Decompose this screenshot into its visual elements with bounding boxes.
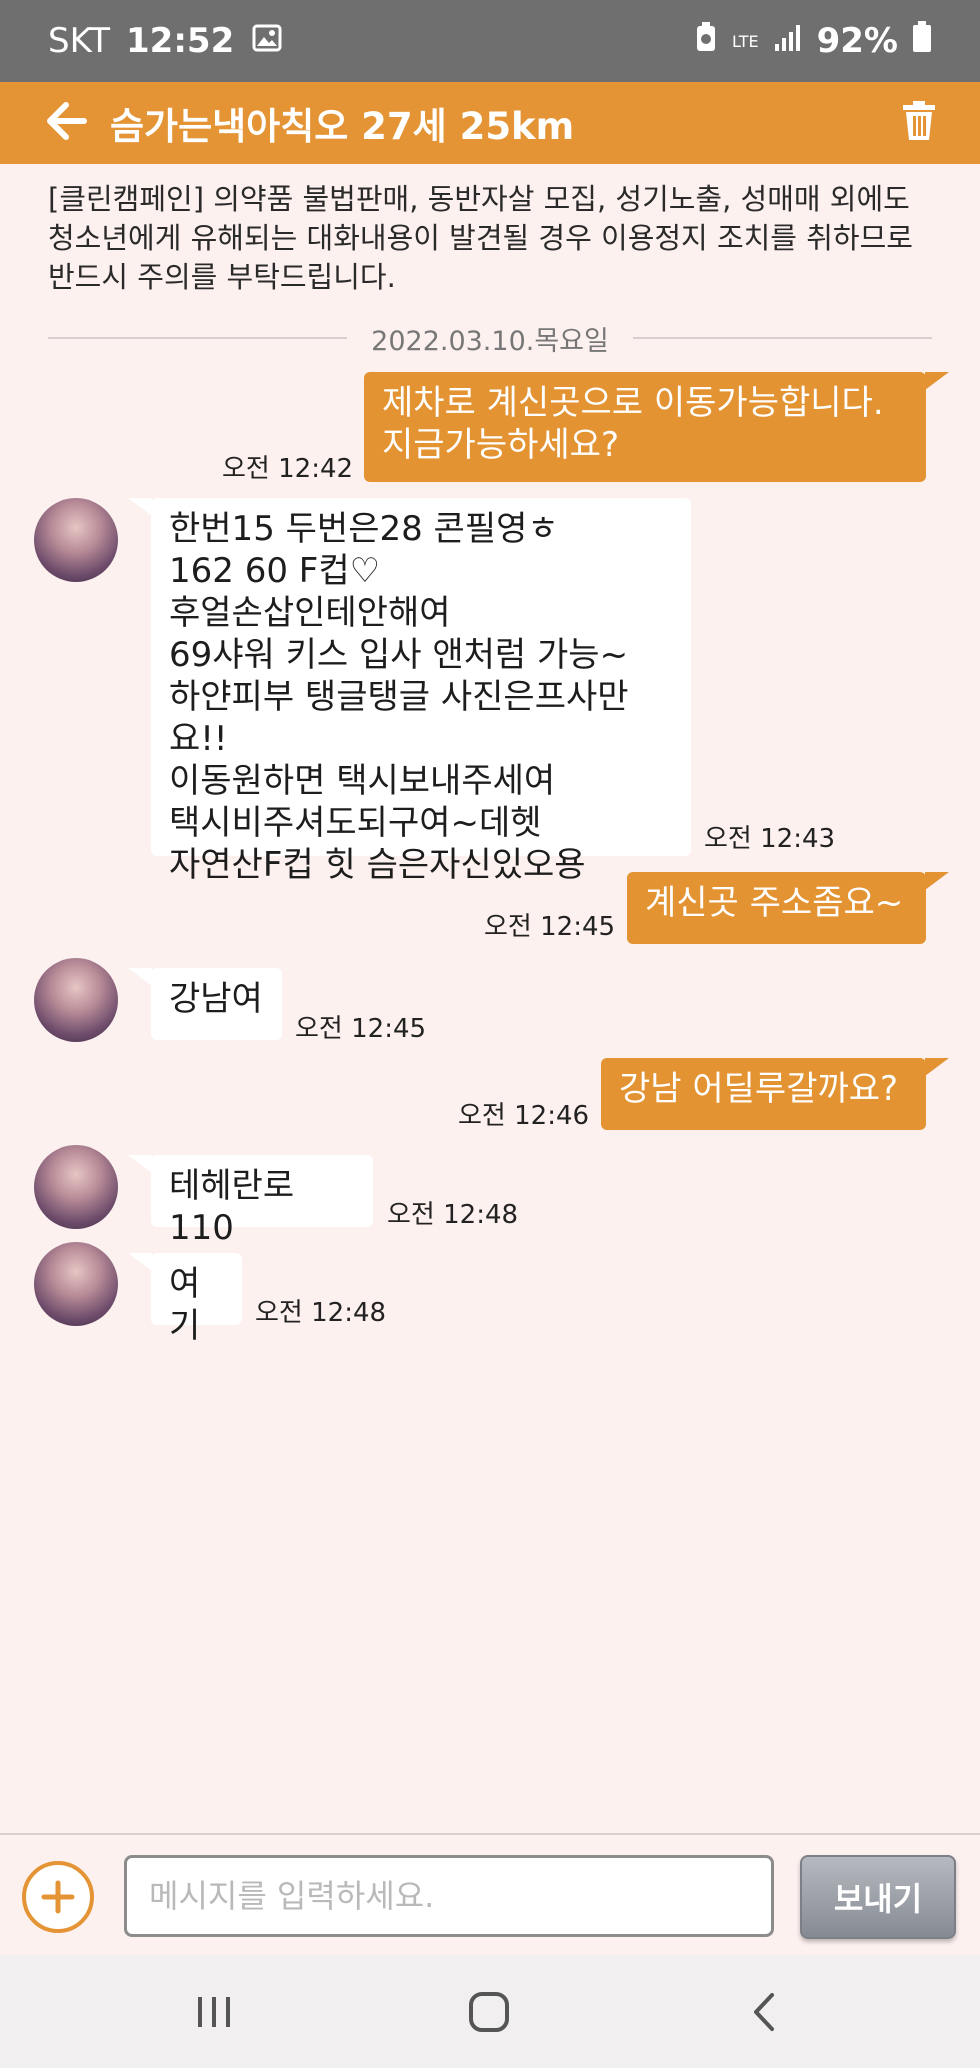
chat-title: 슴가는낵아칙오 27세 25km	[110, 105, 575, 148]
message-timestamp: 오전 12:46	[458, 1101, 590, 1131]
gallery-notification-icon	[252, 21, 282, 61]
bubble-tail	[128, 968, 152, 986]
divider-line	[632, 337, 933, 339]
clock: 12:52	[126, 21, 235, 61]
battery-saver-icon	[694, 21, 718, 62]
avatar[interactable]	[34, 498, 118, 582]
message-timestamp: 오전 12:42	[222, 454, 354, 484]
message-incoming[interactable]: 강남여	[151, 968, 282, 1040]
back-arrow-icon[interactable]	[44, 101, 88, 145]
message-outgoing[interactable]: 강남 어딜루갈까요?	[601, 1058, 926, 1130]
message-timestamp: 오전 12:48	[387, 1200, 519, 1230]
message-timestamp: 오전 12:45	[295, 1014, 427, 1044]
bubble-tail	[128, 1155, 152, 1173]
send-button[interactable]: 보내기	[800, 1855, 956, 1939]
avatar[interactable]	[34, 1145, 118, 1229]
divider-line	[48, 337, 348, 339]
message-incoming[interactable]: 테헤란로110	[151, 1155, 373, 1248]
plus-icon	[41, 1880, 75, 1914]
network-type: LTE	[732, 31, 759, 51]
system-nav-bar	[0, 1955, 980, 2068]
bubble-tail	[925, 872, 949, 890]
bubble-tail	[128, 498, 152, 516]
back-icon[interactable]	[748, 1991, 778, 2037]
trash-icon[interactable]	[902, 101, 936, 145]
avatar[interactable]	[34, 958, 118, 1042]
message-composer: 보내기	[0, 1833, 980, 1955]
bubble-tail	[925, 372, 949, 390]
home-icon[interactable]	[468, 1991, 510, 2037]
clean-campaign-notice: [클린캠페인] 의약품 불법판매, 동반자살 모집, 성기노출, 성매매 외에도…	[48, 182, 913, 294]
chat-header: 슴가는낵아칙오 27세 25km	[0, 82, 980, 164]
bubble-tail	[925, 1058, 949, 1076]
attach-button[interactable]	[22, 1861, 94, 1933]
message-input[interactable]	[124, 1855, 774, 1937]
message-outgoing[interactable]: 제차로 계신곳으로 이동가능합니다. 지금가능하세요?	[364, 372, 926, 482]
battery-icon	[912, 20, 932, 62]
recent-apps-icon[interactable]	[194, 1991, 234, 2035]
date-label: 2022.03.10.목요일	[371, 325, 609, 357]
carrier-label: SKT	[48, 21, 111, 61]
date-divider: 2022.03.10.목요일	[48, 318, 933, 358]
message-incoming[interactable]: 여기	[151, 1253, 242, 1346]
message-timestamp: 오전 12:45	[484, 912, 616, 942]
message-timestamp: 오전 12:43	[704, 824, 836, 854]
battery-percent: 92%	[816, 21, 898, 61]
message-outgoing[interactable]: 계신곳 주소좀요~	[627, 872, 926, 944]
signal-icon	[773, 21, 803, 61]
status-bar: SKT 12:52 LTE 92%	[0, 0, 980, 82]
message-timestamp: 오전 12:48	[255, 1298, 387, 1328]
bubble-tail	[128, 1253, 152, 1271]
message-incoming[interactable]: 한번15 두번은28 콘필영ㅎ 162 60 F컵♡ 후얼손삽인테안해여 69샤…	[151, 498, 691, 885]
avatar[interactable]	[34, 1242, 118, 1326]
